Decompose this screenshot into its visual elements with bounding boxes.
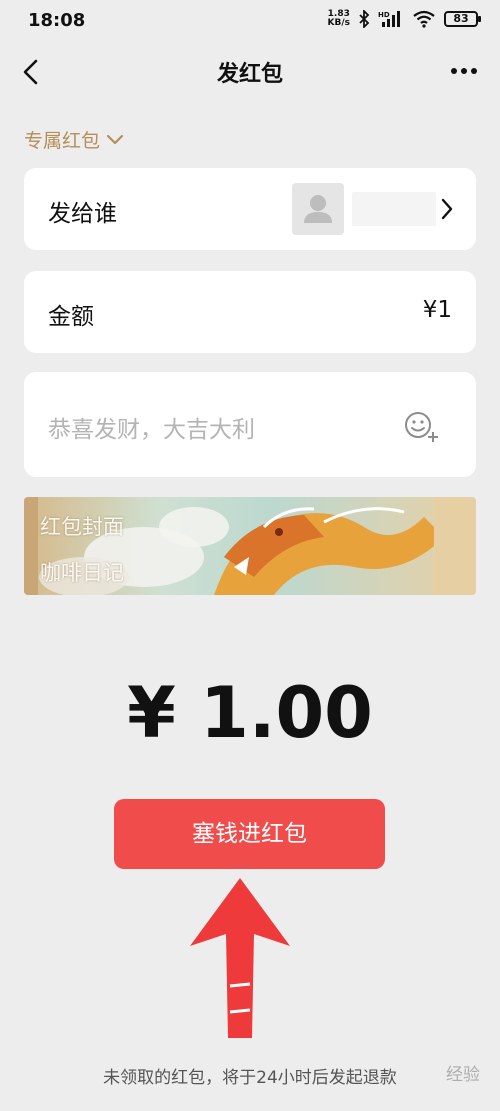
avatar [292,183,344,235]
signal-icon: HD [378,11,400,27]
amount-label: 金额 [48,304,94,330]
exclusive-packet-dropdown[interactable]: 专属红包 [24,126,124,153]
amount-value[interactable]: ¥1 [423,297,452,323]
chevron-left-icon [23,59,38,85]
watermark: 经验 [446,1065,480,1085]
total-amount: ¥ 1.00 [127,672,373,754]
pointer-arrow-icon [190,878,290,1038]
emoji-add-icon[interactable] [402,408,442,444]
refund-note: 未领取的红包，将于24小时后发起退款 [103,1068,397,1088]
page-title: 发红包 [216,62,283,87]
chevron-right-icon [441,198,453,220]
svg-text:HD: HD [378,11,390,19]
wifi-icon [413,10,435,28]
network-speed: 1.83 KB/s [327,9,350,28]
recipient-name-redacted [352,192,436,226]
battery-indicator: 83 [444,11,481,27]
recipient-label: 发给谁 [48,201,117,227]
exclusive-packet-label: 专属红包 [24,130,101,152]
send-packet-button[interactable]: 塞钱进红包 [114,799,385,869]
greeting-placeholder: 恭喜发财，大吉大利 [48,417,255,443]
status-time: 18:08 [28,10,86,31]
cover-selector[interactable]: 红包封面 咖啡日记 [24,497,476,595]
status-bar: 18:08 1.83 KB/s HD 83 [0,0,500,44]
user-placeholder-icon [304,195,332,223]
recipient-row[interactable]: 发给谁 [24,168,476,250]
more-dots-icon [451,68,477,74]
greeting-input[interactable]: 恭喜发财，大吉大利 [24,372,476,477]
chevron-down-icon [106,134,124,144]
cover-subtitle: 咖啡日记 [40,561,124,585]
back-button[interactable] [14,54,50,90]
cover-title: 红包封面 [40,515,124,539]
amount-row[interactable]: 金额 ¥1 [24,271,476,353]
bluetooth-icon [359,10,370,28]
more-button[interactable] [446,56,482,86]
status-icons: 1.83 KB/s HD 83 [327,9,481,28]
